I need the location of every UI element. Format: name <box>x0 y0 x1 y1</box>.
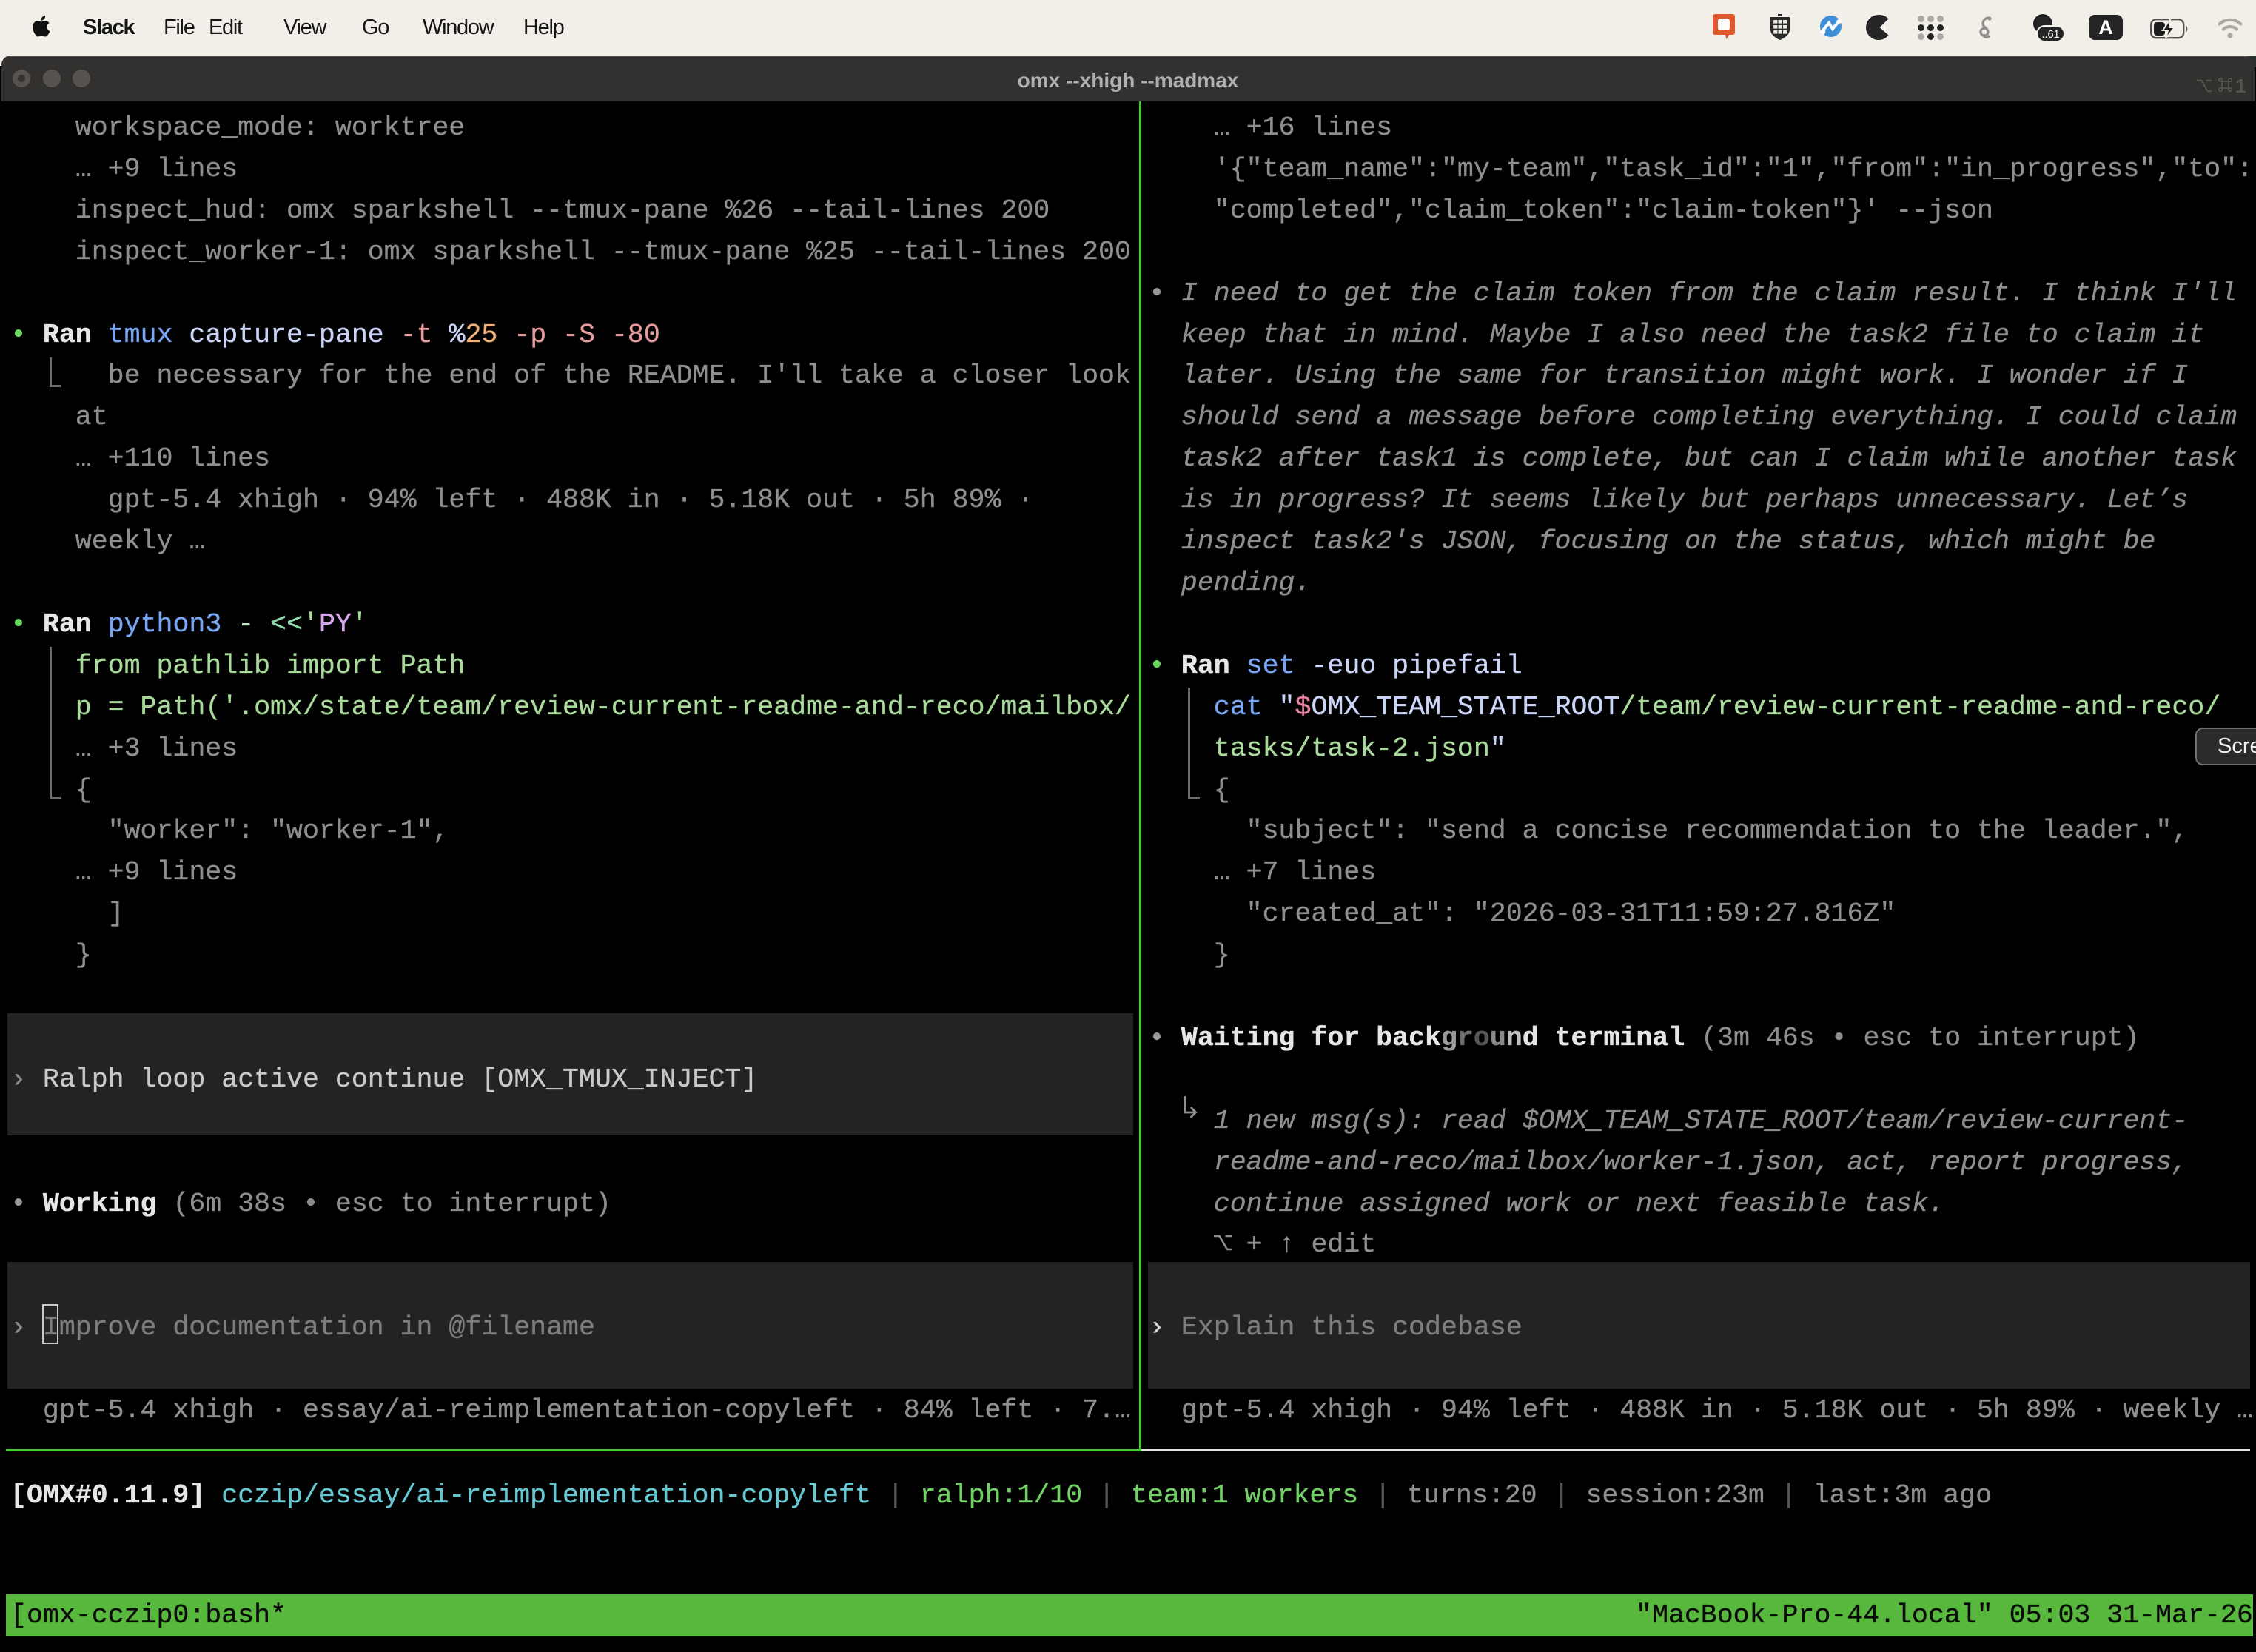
svg-text:..61: ..61 <box>2041 29 2059 41</box>
